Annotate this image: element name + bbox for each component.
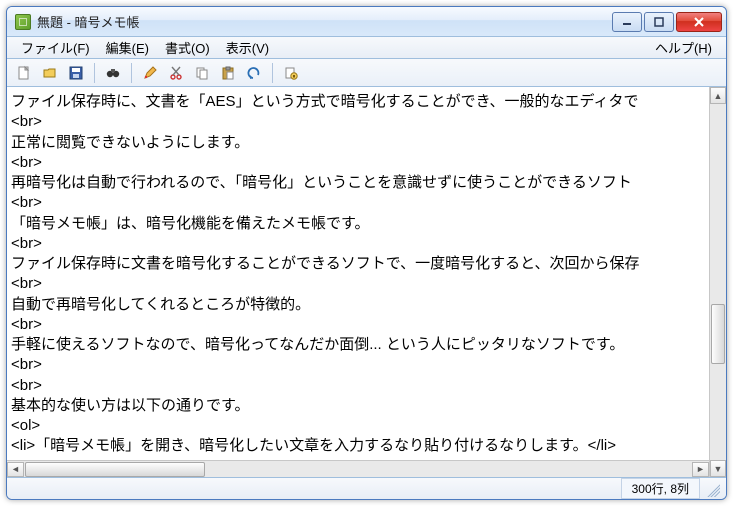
binoculars-icon [105,65,121,81]
editor-line[interactable]: ファイル保存時に文書を暗号化することができるソフトで、一度暗号化すると、次回から… [11,254,707,274]
new-button[interactable] [13,62,35,84]
maximize-button[interactable] [644,12,674,32]
editor-line[interactable]: ファイル保存時に、文書を「AES」という方式で暗号化することができ、一般的なエデ… [11,92,707,112]
save-button[interactable] [65,62,87,84]
cursor-position: 300行, 8列 [621,478,700,499]
menu-view[interactable]: 表示(V) [218,36,277,59]
editor-line[interactable]: 「暗号メモ帳」は、暗号化機能を備えたメモ帳です。 [11,214,707,234]
paste-icon [220,65,236,81]
editor-line[interactable]: <br> [11,153,707,173]
editor-line[interactable]: <ol> [11,416,707,436]
toolbar-separator [131,63,132,83]
editor-line[interactable]: 手軽に使えるソフトなので、暗号化ってなんだか面倒... という人にピッタリなソフ… [11,335,707,355]
menu-help[interactable]: ヘルプ(H) [647,36,720,59]
hscroll-thumb[interactable] [25,462,205,477]
menu-edit[interactable]: 編集(E) [98,36,157,59]
statusbar: 300行, 8列 [7,477,726,499]
editor-line[interactable]: <br> [11,355,707,375]
toolbar-separator [94,63,95,83]
menu-file[interactable]: ファイル(F) [13,36,98,59]
editor-line[interactable]: <br> [11,376,707,396]
toolbar-separator [272,63,273,83]
find-button[interactable] [102,62,124,84]
scroll-left-button[interactable]: ◄ [7,462,24,477]
hscroll-track[interactable] [25,462,691,477]
minimize-button[interactable] [612,12,642,32]
app-icon [15,14,31,30]
undo-button[interactable] [243,62,265,84]
scissors-icon [168,65,184,81]
editor-line[interactable]: <br> [11,193,707,213]
editor-line[interactable]: 自動で再暗号化してくれるところが特徴的。 [11,295,707,315]
highlight-button[interactable] [139,62,161,84]
encrypt-button[interactable] [280,62,302,84]
window-title: 無題 - 暗号メモ帳 [37,12,140,31]
open-icon [42,65,58,81]
paste-button[interactable] [217,62,239,84]
horizontal-scrollbar[interactable]: ◄ ► [7,460,709,477]
undo-icon [246,65,262,81]
editor-line[interactable]: <br> [11,234,707,254]
cut-button[interactable] [165,62,187,84]
vertical-scrollbar[interactable]: ▲ ▼ [709,87,726,477]
open-button[interactable] [39,62,61,84]
editor-line[interactable]: 正常に閲覧できないようにします。 [11,133,707,153]
toolbar [7,59,726,87]
editor-line[interactable]: <br> [11,112,707,132]
text-editor[interactable]: ファイル保存時に、文書を「AES」という方式で暗号化することができ、一般的なエデ… [7,88,709,460]
save-icon [68,65,84,81]
menubar: ファイル(F) 編集(E) 書式(O) 表示(V) ヘルプ(H) [7,37,726,59]
editor-line[interactable]: 基本的な使い方は以下の通りです。 [11,396,707,416]
vscroll-thumb[interactable] [711,304,725,364]
titlebar[interactable]: 無題 - 暗号メモ帳 [7,7,726,37]
scroll-right-button[interactable]: ► [692,462,709,477]
scroll-up-button[interactable]: ▲ [710,87,726,104]
close-button[interactable] [676,12,722,32]
editor-line[interactable]: 再暗号化は自動で行われるので、「暗号化」ということを意識せずに使うことができるソ… [11,173,707,193]
editor-line[interactable]: <li>「暗号メモ帳」を開き、暗号化したい文章を入力するなり貼り付けるなりします… [11,436,707,456]
vscroll-track[interactable] [710,104,726,460]
menu-format[interactable]: 書式(O) [157,36,218,59]
copy-icon [194,65,210,81]
application-window: 無題 - 暗号メモ帳 ファイル(F) 編集(E) 書式(O) 表示(V) ヘルプ… [6,6,727,500]
resize-grip[interactable] [704,481,720,497]
editor-line[interactable]: <br> [11,274,707,294]
copy-button[interactable] [191,62,213,84]
scroll-down-button[interactable]: ▼ [710,460,726,477]
lock-icon [283,65,299,81]
pencil-icon [142,65,158,81]
new-icon [16,65,32,81]
editor-line[interactable]: <br> [11,315,707,335]
